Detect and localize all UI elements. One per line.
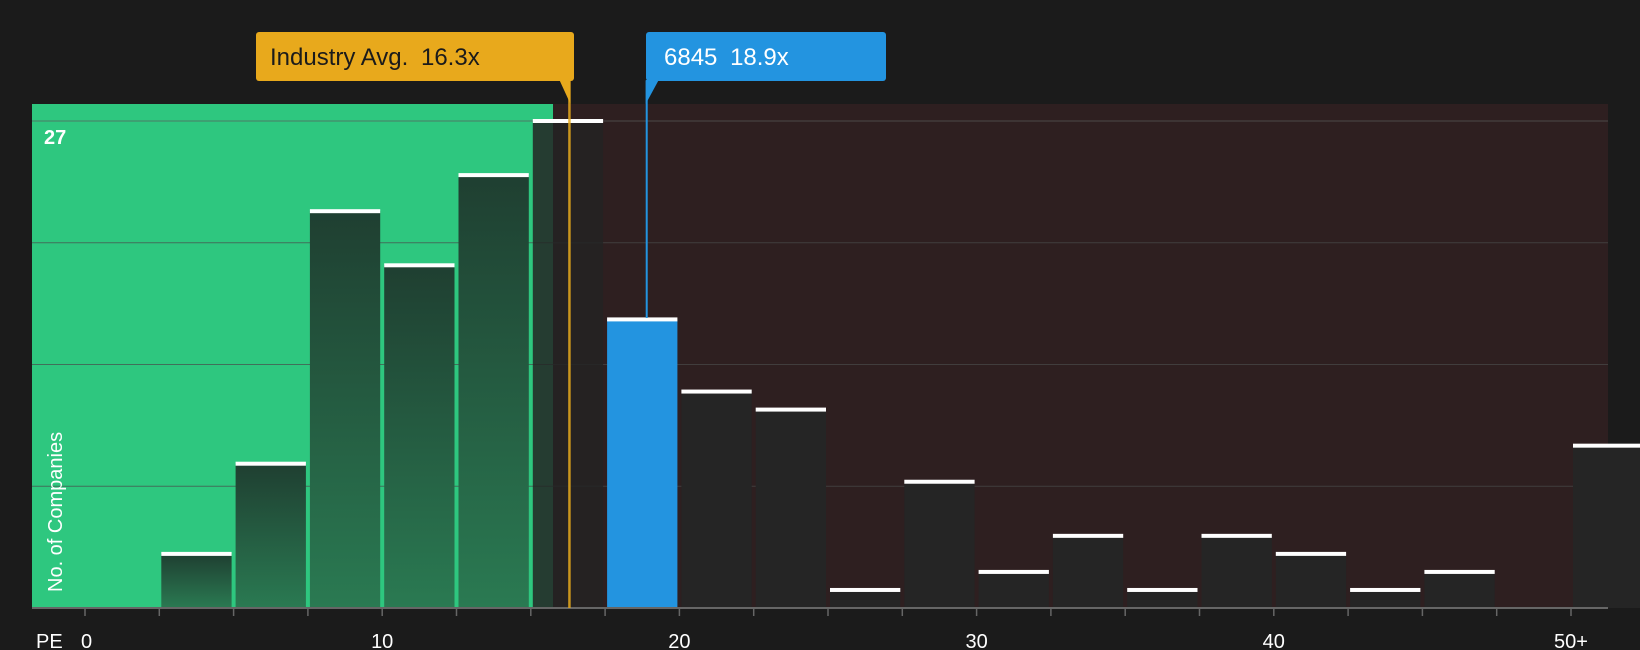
chart-svg: 0 10 20 30 40 50+ 27 No. of Companies PE Indu…: [32, 32, 1640, 650]
histogram-bar: [1127, 589, 1198, 608]
x-axis-title: PE: [36, 631, 63, 650]
x-tick-label: 30: [965, 631, 987, 650]
bar-cap: [681, 389, 752, 394]
bar-cap: [1275, 551, 1347, 556]
histogram-bar: [1424, 571, 1495, 608]
histogram-bar: [904, 481, 975, 608]
company-ticker: 6845: [664, 44, 717, 71]
bar-cap: [607, 317, 678, 322]
histogram-bar: [607, 319, 678, 608]
bar-cap: [755, 407, 826, 412]
histogram-bar: [235, 463, 306, 608]
histogram-bar: [1350, 589, 1421, 608]
bar-cap: [161, 551, 232, 556]
histogram-bar: [1052, 535, 1124, 608]
pe-distribution-chart: 0 10 20 30 40 50+ 27 No. of Companies PE Indu…: [0, 0, 1640, 650]
x-tick-label: 10: [371, 631, 393, 650]
company-callout: 6845 18.9x: [646, 32, 886, 81]
y-max-label: 27: [44, 127, 66, 149]
bar-cap: [1424, 569, 1495, 574]
bar-cap: [309, 209, 381, 214]
industry-avg-label: Industry Avg. 16.3x: [270, 44, 480, 71]
histogram-bar: [1201, 535, 1272, 608]
bar-cap: [830, 587, 901, 592]
y-axis-title: No. of Companies: [45, 432, 67, 592]
bar-cap: [458, 173, 529, 178]
histogram-bar: [1275, 553, 1347, 608]
histogram-bar: [161, 553, 232, 608]
histogram-bar: [830, 589, 901, 608]
bar-cap: [1350, 587, 1421, 592]
x-tick-label: 40: [1263, 631, 1285, 650]
bar-cap: [1052, 533, 1124, 538]
histogram-bar: [681, 391, 752, 608]
industry-avg-value: 16.3x: [421, 44, 480, 71]
histogram-bar: [309, 211, 381, 608]
histogram-bar: [755, 409, 826, 608]
bar-cap: [1573, 443, 1640, 448]
bar-cap: [978, 569, 1049, 574]
bar-cap: [1201, 533, 1272, 538]
x-axis: 0 10 20 30 40 50+: [32, 607, 1608, 650]
bar-cap: [235, 461, 306, 466]
bar-cap: [384, 263, 455, 268]
x-tick-label: 20: [668, 631, 690, 650]
bar-cap: [1127, 587, 1198, 592]
industry-avg-callout: Industry Avg. 16.3x: [256, 32, 574, 81]
x-tick-label: 50+: [1554, 631, 1588, 650]
bar-cap: [532, 119, 604, 123]
histogram-bar: [458, 175, 529, 608]
industry-avg-prefix: Industry Avg.: [270, 44, 408, 71]
histogram-bar: [384, 265, 455, 608]
company-value: 18.9x: [730, 44, 789, 71]
histogram-bar: [532, 121, 604, 608]
x-tick-label: 0: [81, 631, 92, 650]
bar-cap: [904, 479, 975, 484]
histogram-bar: [1573, 445, 1640, 608]
histogram-bar: [978, 571, 1049, 608]
